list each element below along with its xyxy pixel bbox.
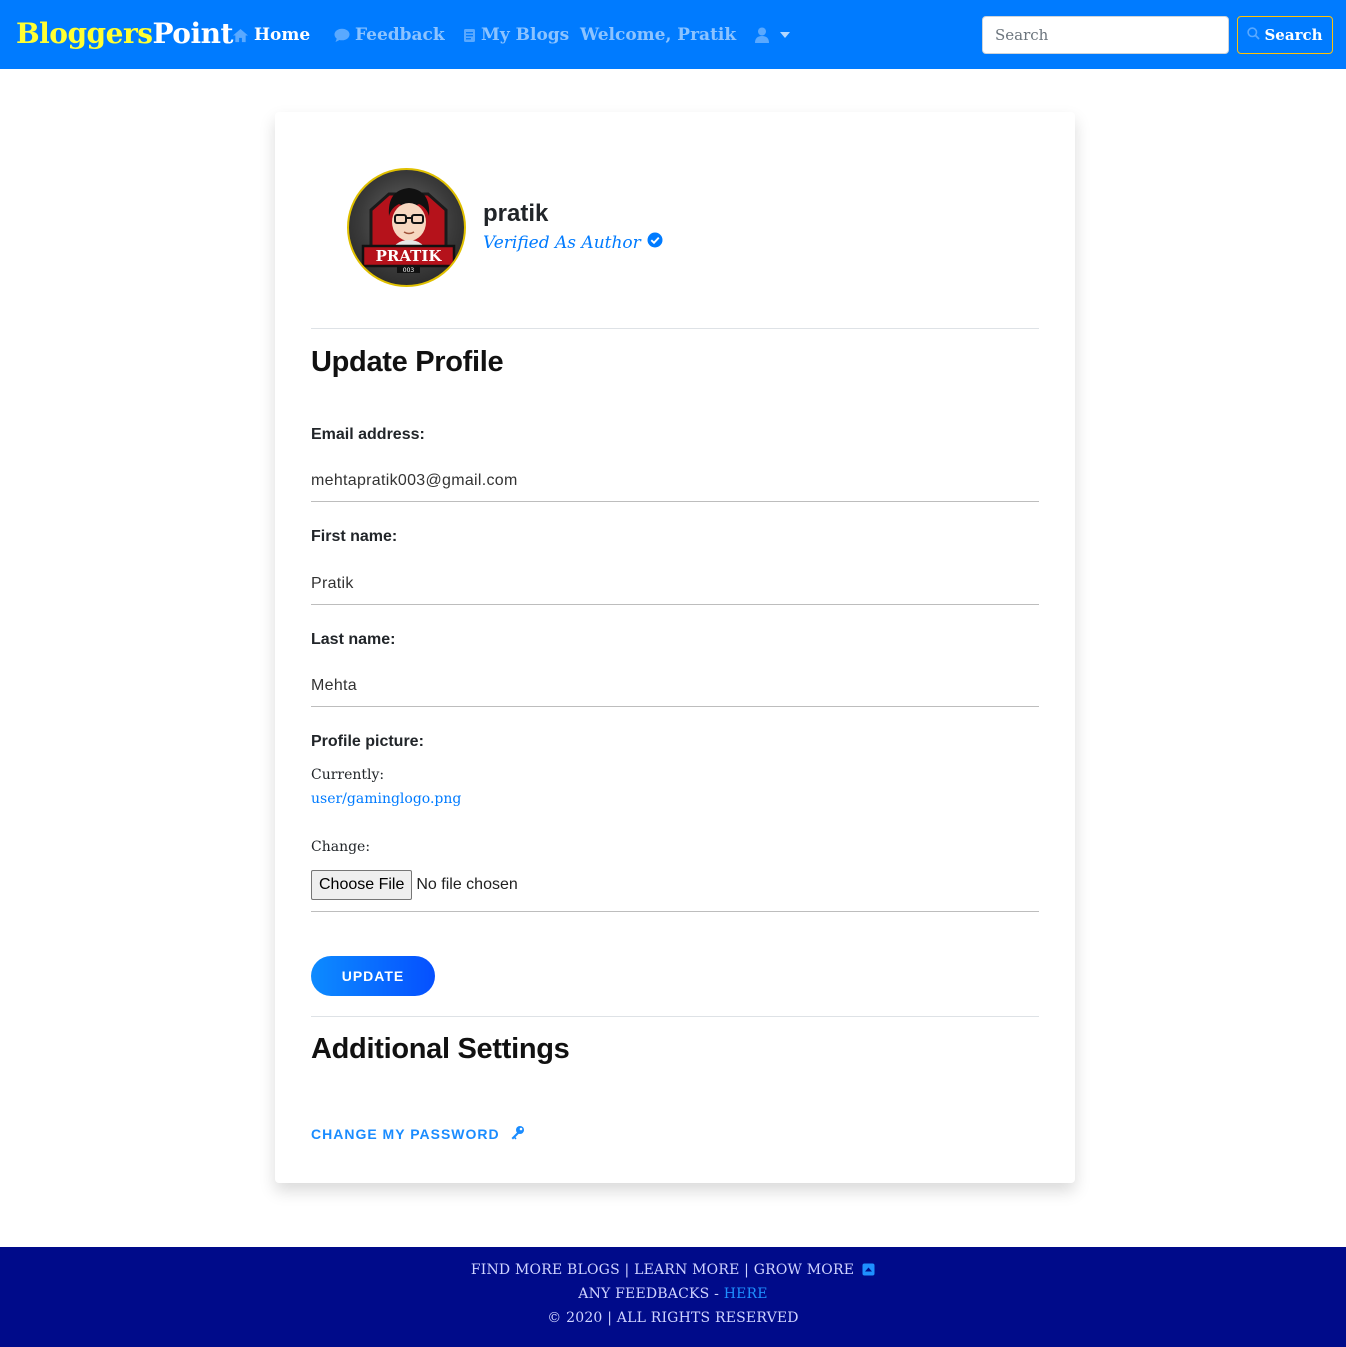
search-icon <box>1247 26 1261 44</box>
divider <box>311 328 1039 329</box>
change-password-label: CHANGE MY PASSWORD <box>311 1126 500 1142</box>
home-icon <box>232 28 249 43</box>
chevron-down-icon <box>780 32 791 38</box>
footer-feedback-prefix: ANY FEEDBACKS - <box>578 1286 724 1302</box>
nav-feedback[interactable]: Feedback <box>334 24 445 46</box>
footer-line-2: ANY FEEDBACKS - HERE <box>0 1286 1346 1302</box>
first-name-label: First name: <box>311 528 398 545</box>
search-input[interactable] <box>982 16 1229 54</box>
additional-settings-heading: Additional Settings <box>311 1033 570 1065</box>
brand-part1: Bloggers <box>16 17 153 50</box>
search-button[interactable]: Search <box>1237 16 1333 54</box>
brand-part2: Point <box>152 17 233 50</box>
scroll-top-icon[interactable] <box>862 1263 875 1280</box>
footer-line-1: FIND MORE BLOGS | LEARN MORE | GROW MORE <box>0 1262 1346 1280</box>
avatar: PRATIK 003 <box>347 168 466 287</box>
avatar-banner-text: PRATIK <box>376 247 443 265</box>
nav-my-blogs[interactable]: My Blogs <box>463 24 569 46</box>
change-label: Change: <box>311 839 371 855</box>
user-dropdown-toggle[interactable]: Welcome, Pratik <box>580 24 791 46</box>
divider <box>311 1016 1039 1017</box>
last-name-field[interactable] <box>311 665 1039 707</box>
footer: FIND MORE BLOGS | LEARN MORE | GROW MORE… <box>0 1247 1346 1347</box>
check-circle-icon <box>647 232 663 253</box>
verified-status: Verified As Author <box>483 232 663 253</box>
nav-my-blogs-label: My Blogs <box>481 25 570 45</box>
navbar: BloggersPoint Home Feedback My Blogs Wel… <box>0 0 1346 69</box>
verified-text: Verified As Author <box>483 232 641 253</box>
nav-home-label: Home <box>254 25 311 45</box>
last-name-label: Last name: <box>311 631 396 648</box>
divider <box>311 911 1039 912</box>
email-label: Email address: <box>311 426 425 443</box>
email-field[interactable] <box>311 460 1039 502</box>
update-button[interactable]: UPDATE <box>311 956 435 996</box>
brand-logo[interactable]: BloggersPoint <box>16 14 233 54</box>
comment-icon <box>334 28 350 43</box>
first-name-field[interactable] <box>311 563 1039 605</box>
footer-copyright: © 2020 | ALL RIGHTS RESERVED <box>547 1310 799 1326</box>
choose-file-button[interactable]: Choose File <box>311 870 413 900</box>
change-password-link[interactable]: CHANGE MY PASSWORD <box>311 1125 525 1143</box>
footer-feedback-link[interactable]: HERE <box>724 1286 768 1302</box>
blog-icon <box>463 28 476 43</box>
current-picture-link[interactable]: user/gaminglogo.png <box>311 791 461 807</box>
currently-label: Currently: <box>311 767 385 783</box>
file-status: No file chosen <box>416 876 518 893</box>
profile-card: PRATIK 003 pratik Verified As Author Upd… <box>275 112 1075 1183</box>
footer-tagline: FIND MORE BLOGS | LEARN MORE | GROW MORE <box>470 1262 855 1278</box>
avatar-subtext: 003 <box>403 267 415 274</box>
key-icon <box>510 1125 525 1143</box>
search-button-label: Search <box>1264 26 1323 44</box>
profile-username: pratik <box>483 200 549 227</box>
profile-picture-label: Profile picture: <box>311 733 424 750</box>
welcome-label: Welcome, Pratik <box>580 25 737 45</box>
update-profile-heading: Update Profile <box>311 346 504 378</box>
nav-feedback-label: Feedback <box>355 25 445 45</box>
file-picker: Choose File No file chosen <box>311 870 518 900</box>
user-icon <box>755 27 770 43</box>
nav-home[interactable]: Home <box>232 24 310 46</box>
